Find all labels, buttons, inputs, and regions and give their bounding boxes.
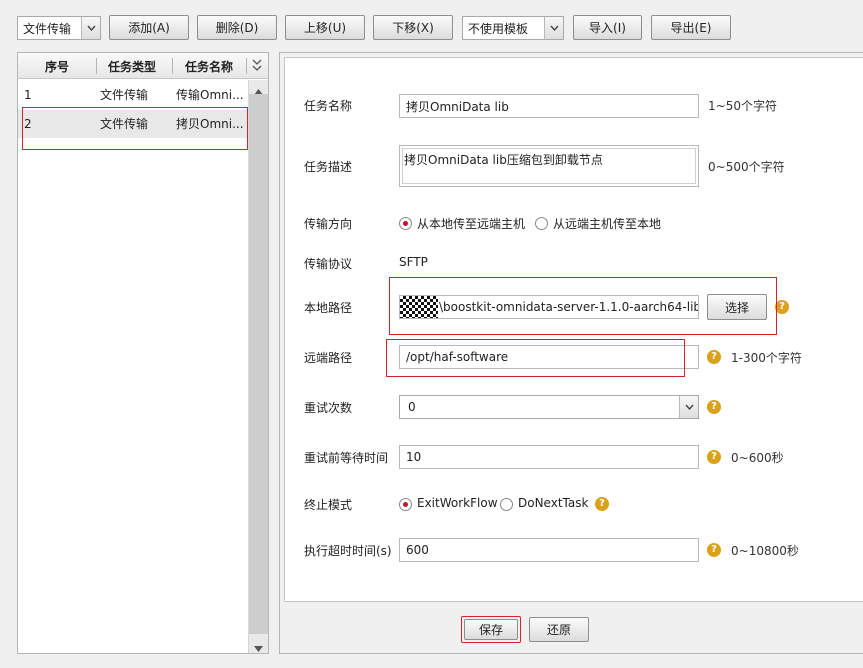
direction-label: 传输方向 xyxy=(304,217,353,231)
template-select-value: 不使用模板 xyxy=(468,21,529,36)
chevron-down-icon[interactable] xyxy=(679,396,698,418)
selected-row-highlight xyxy=(22,107,248,150)
export-button[interactable]: 导出(E) xyxy=(651,15,731,40)
template-select[interactable]: 不使用模板 xyxy=(462,16,564,40)
do-next-task-label[interactable]: DoNextTask xyxy=(518,496,588,510)
help-icon[interactable]: ? xyxy=(595,497,609,511)
add-button[interactable]: 添加(A) xyxy=(109,15,189,40)
import-button[interactable]: 导入(I) xyxy=(573,15,642,40)
scroll-down-icon[interactable] xyxy=(254,641,263,655)
direction-local-to-remote-radio[interactable] xyxy=(399,217,412,230)
retry-wait-label: 重试前等待时间 xyxy=(304,451,389,465)
direction-option2-label[interactable]: 从远端主机传至本地 xyxy=(553,215,661,232)
restore-button[interactable]: 还原 xyxy=(529,617,589,642)
header-divider xyxy=(246,58,247,74)
row-index: 1 xyxy=(24,88,32,102)
save-button[interactable]: 保存 xyxy=(464,619,518,640)
remote-path-label: 远端路径 xyxy=(304,351,353,365)
retry-count-value: 0 xyxy=(408,400,416,414)
retry-wait-hint: 0~600秒 xyxy=(731,451,784,465)
terminate-mode-label: 终止模式 xyxy=(304,498,353,512)
task-name-hint: 1~50个字符 xyxy=(708,99,777,113)
protocol-value: SFTP xyxy=(399,255,428,269)
help-icon[interactable]: ? xyxy=(775,300,789,314)
task-list-scrollbar[interactable] xyxy=(248,80,268,653)
task-name-input[interactable]: 拷贝OmniData lib xyxy=(399,94,699,118)
header-index[interactable]: 序号 xyxy=(45,58,69,75)
task-type-value: 文件传输 xyxy=(23,21,72,36)
local-path-highlight xyxy=(389,277,777,335)
save-button-focus-ring: 保存 xyxy=(461,616,521,643)
direction-remote-to-local-radio[interactable] xyxy=(535,217,548,230)
task-desc-label: 任务描述 xyxy=(304,160,353,174)
direction-option1-label[interactable]: 从本地传至远端主机 xyxy=(417,215,525,232)
timeout-label: 执行超时时间(s) xyxy=(304,544,392,558)
do-next-task-radio[interactable] xyxy=(500,498,513,511)
help-icon[interactable]: ? xyxy=(707,450,721,464)
local-path-label: 本地路径 xyxy=(304,301,353,315)
chevron-down-icon[interactable] xyxy=(544,17,563,39)
exit-workflow-radio[interactable] xyxy=(399,498,412,511)
column-menu-icon[interactable] xyxy=(251,57,263,76)
move-up-button[interactable]: 上移(U) xyxy=(285,15,365,40)
task-list-header: 序号 任务类型 任务名称 xyxy=(18,53,268,79)
help-icon[interactable]: ? xyxy=(707,400,721,414)
timeout-input[interactable]: 600 xyxy=(399,538,699,562)
timeout-hint: 0~10800秒 xyxy=(731,544,799,558)
task-desc-text: 拷贝OmniData lib压缩包到卸载节点 xyxy=(402,148,696,184)
row-type: 文件传输 xyxy=(100,88,149,102)
row-name: 传输Omni... xyxy=(176,88,244,102)
scroll-thumb[interactable] xyxy=(249,94,268,634)
task-desc-hint: 0~500个字符 xyxy=(708,160,785,174)
help-icon[interactable]: ? xyxy=(707,350,721,364)
remote-path-hint: 1-300个字符 xyxy=(731,351,802,365)
retry-count-label: 重试次数 xyxy=(304,401,353,415)
task-desc-textarea[interactable]: 拷贝OmniData lib压缩包到卸载节点 xyxy=(399,145,699,187)
header-divider xyxy=(96,58,97,74)
task-name-label: 任务名称 xyxy=(304,99,353,113)
move-down-button[interactable]: 下移(X) xyxy=(373,15,453,40)
header-divider xyxy=(172,58,173,74)
delete-button[interactable]: 删除(D) xyxy=(197,15,277,40)
remote-path-highlight xyxy=(386,339,685,377)
task-list-panel: 序号 任务类型 任务名称 1 文件传输 传输Omni... 2 文件传输 拷贝O… xyxy=(17,52,269,654)
help-icon[interactable]: ? xyxy=(707,543,721,557)
retry-count-select[interactable]: 0 xyxy=(399,395,699,419)
header-task-type[interactable]: 任务类型 xyxy=(108,58,156,75)
header-task-name[interactable]: 任务名称 xyxy=(185,58,233,75)
protocol-label: 传输协议 xyxy=(304,257,353,271)
exit-workflow-label[interactable]: ExitWorkFlow xyxy=(417,496,498,510)
table-row[interactable]: 1 文件传输 传输Omni... xyxy=(18,81,248,109)
retry-wait-input[interactable]: 10 xyxy=(399,445,699,469)
task-type-select[interactable]: 文件传输 xyxy=(17,16,101,40)
chevron-down-icon[interactable] xyxy=(81,17,100,39)
